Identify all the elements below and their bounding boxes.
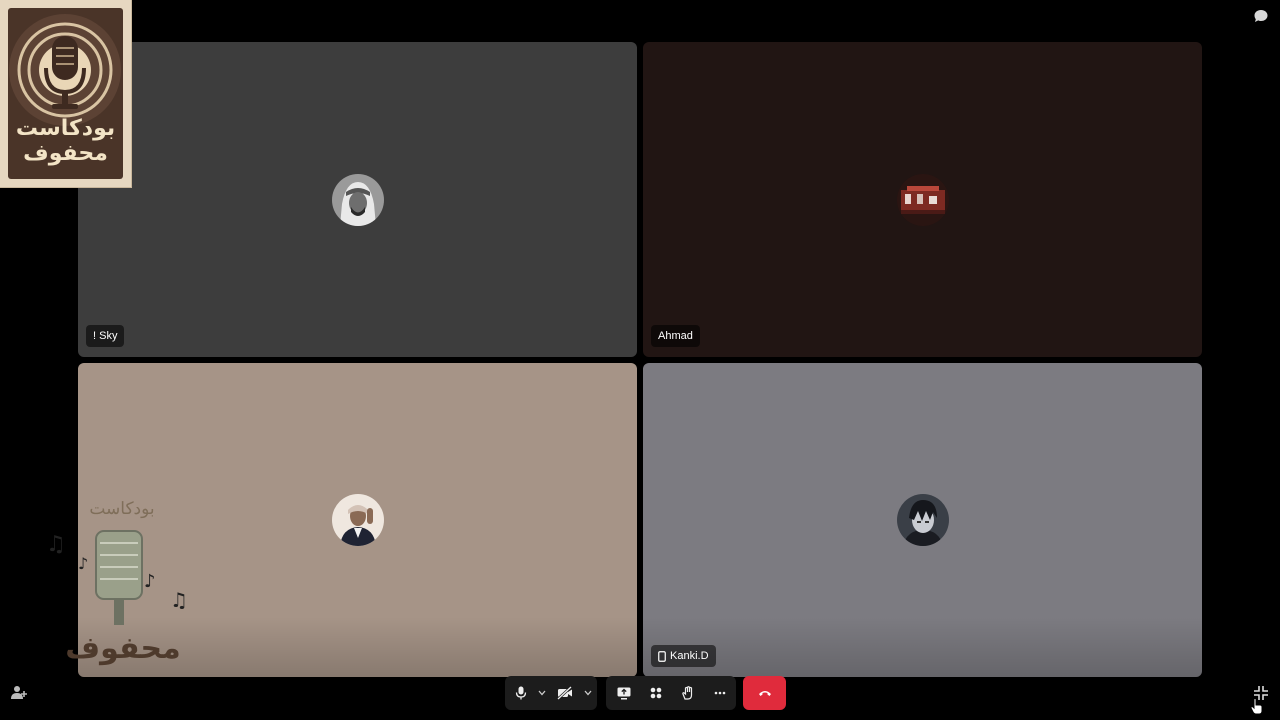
share-screen-icon [617, 687, 631, 699]
svg-text:♪: ♪ [78, 554, 88, 573]
participant-name: ! Sky [86, 325, 125, 347]
svg-text:♫: ♫ [170, 588, 188, 612]
share-screen-button[interactable] [608, 678, 640, 708]
camera-off-icon [557, 686, 572, 700]
participant-tile-ahmad[interactable]: Ahmad [643, 42, 1202, 357]
apps-icon [650, 687, 662, 699]
avatar [331, 494, 384, 546]
chat-icon[interactable] [1253, 8, 1269, 24]
camera-options-button[interactable] [581, 678, 595, 708]
svg-text:♪: ♪ [144, 571, 156, 592]
podcast-logo-text: بودكاست محفوف [15, 116, 116, 166]
svg-text:♫: ♫ [46, 532, 66, 557]
raise-hand-button[interactable] [672, 678, 704, 708]
microphone-button[interactable] [507, 678, 535, 708]
more-icon [714, 691, 726, 695]
watermark-text-bottom: محفوف [65, 631, 181, 666]
raise-hand-icon [682, 686, 693, 700]
av-controls-group [505, 676, 597, 710]
participant-tile-sky[interactable]: ! Sky [78, 42, 637, 357]
avatar [896, 494, 949, 546]
participant-tile-kanki[interactable]: Kanki.D [643, 363, 1202, 677]
chevron-down-icon [538, 690, 546, 696]
call-controls [0, 676, 1280, 710]
camera-button[interactable] [549, 678, 581, 708]
watermark-text-top: بودكاست [89, 499, 155, 519]
chevron-down-icon [584, 690, 592, 696]
participant-name: Ahmad [651, 325, 700, 347]
avatar [331, 173, 384, 226]
podcast-logo: بودكاست محفوف [0, 0, 132, 188]
tile-shade [643, 617, 1202, 677]
podcast-watermark: بودكاست ♫ ♪ ♫ ♪ محفوف [44, 495, 194, 675]
action-controls-group [606, 676, 736, 710]
more-options-button[interactable] [704, 678, 736, 708]
leave-call-icon [758, 691, 771, 696]
avatar [896, 173, 949, 226]
apps-button[interactable] [640, 678, 672, 708]
microphone-options-button[interactable] [535, 678, 549, 708]
participant-name: Kanki.D [651, 645, 716, 667]
microphone-icon [515, 686, 527, 700]
leave-call-button[interactable] [743, 676, 786, 710]
mobile-icon [658, 650, 666, 662]
